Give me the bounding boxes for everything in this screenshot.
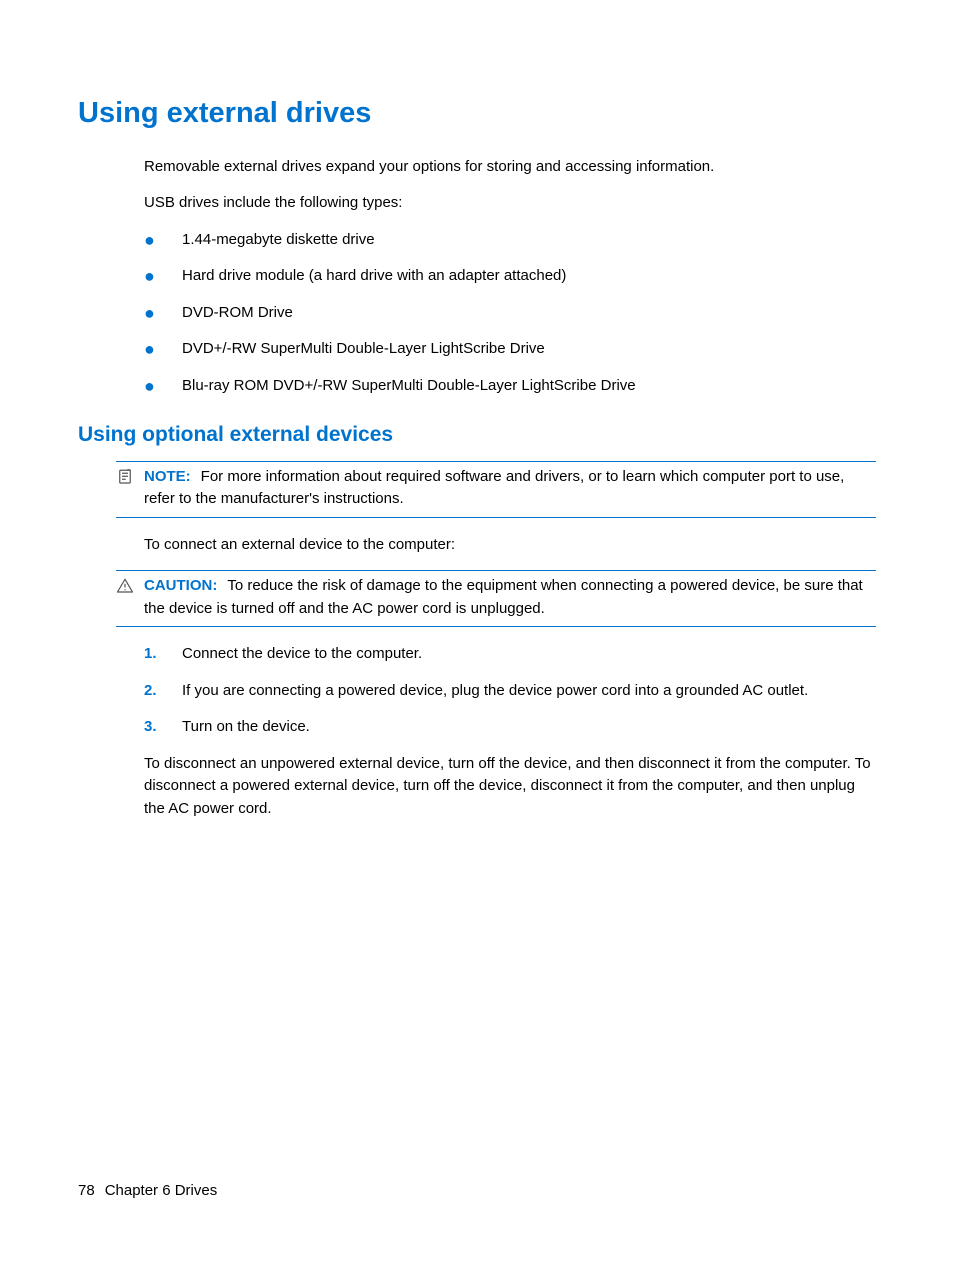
step-text: Connect the device to the computer. <box>182 643 876 666</box>
step-number: 3. <box>144 716 182 739</box>
bullet-icon: ● <box>144 229 182 249</box>
step-text: Turn on the device. <box>182 716 876 739</box>
list-item: ● DVD+/-RW SuperMulti Double-Layer Light… <box>144 338 876 361</box>
heading-secondary: Using optional external devices <box>78 419 876 451</box>
note-callout: NOTE:For more information about required… <box>116 461 876 518</box>
list-item: ● Hard drive module (a hard drive with a… <box>144 265 876 288</box>
list-item: ● DVD-ROM Drive <box>144 302 876 325</box>
step-text: If you are connecting a powered device, … <box>182 680 876 703</box>
caution-icon <box>116 575 144 595</box>
caution-label: CAUTION: <box>144 577 217 594</box>
step-item: 2. If you are connecting a powered devic… <box>144 680 876 703</box>
list-item: ● Blu-ray ROM DVD+/-RW SuperMulti Double… <box>144 375 876 398</box>
list-item-text: DVD+/-RW SuperMulti Double-Layer LightSc… <box>182 338 876 361</box>
list-item-text: DVD-ROM Drive <box>182 302 876 325</box>
steps-list: 1. Connect the device to the computer. 2… <box>144 643 876 739</box>
chapter-label: Chapter 6 Drives <box>105 1182 218 1199</box>
intro-paragraph-2: USB drives include the following types: <box>144 192 876 215</box>
step-number: 1. <box>144 643 182 666</box>
bullet-icon: ● <box>144 375 182 395</box>
step-item: 3. Turn on the device. <box>144 716 876 739</box>
bullet-icon: ● <box>144 302 182 322</box>
step-number: 2. <box>144 680 182 703</box>
note-text: For more information about required soft… <box>144 468 844 508</box>
caution-text: To reduce the risk of damage to the equi… <box>144 577 863 617</box>
list-item-text: Blu-ray ROM DVD+/-RW SuperMulti Double-L… <box>182 375 876 398</box>
connect-intro: To connect an external device to the com… <box>144 534 876 557</box>
page-number: 78 <box>78 1182 95 1199</box>
note-icon <box>116 466 144 486</box>
step-item: 1. Connect the device to the computer. <box>144 643 876 666</box>
intro-paragraph-1: Removable external drives expand your op… <box>144 156 876 179</box>
caution-callout: CAUTION:To reduce the risk of damage to … <box>116 570 876 627</box>
bullet-icon: ● <box>144 338 182 358</box>
disconnect-paragraph: To disconnect an unpowered external devi… <box>144 753 876 821</box>
list-item: ● 1.44-megabyte diskette drive <box>144 229 876 252</box>
bullet-icon: ● <box>144 265 182 285</box>
usb-drive-types-list: ● 1.44-megabyte diskette drive ● Hard dr… <box>144 229 876 398</box>
note-label: NOTE: <box>144 468 191 485</box>
heading-primary: Using external drives <box>78 92 876 136</box>
list-item-text: 1.44-megabyte diskette drive <box>182 229 876 252</box>
list-item-text: Hard drive module (a hard drive with an … <box>182 265 876 288</box>
page-footer: 78 Chapter 6 Drives <box>78 1180 217 1203</box>
